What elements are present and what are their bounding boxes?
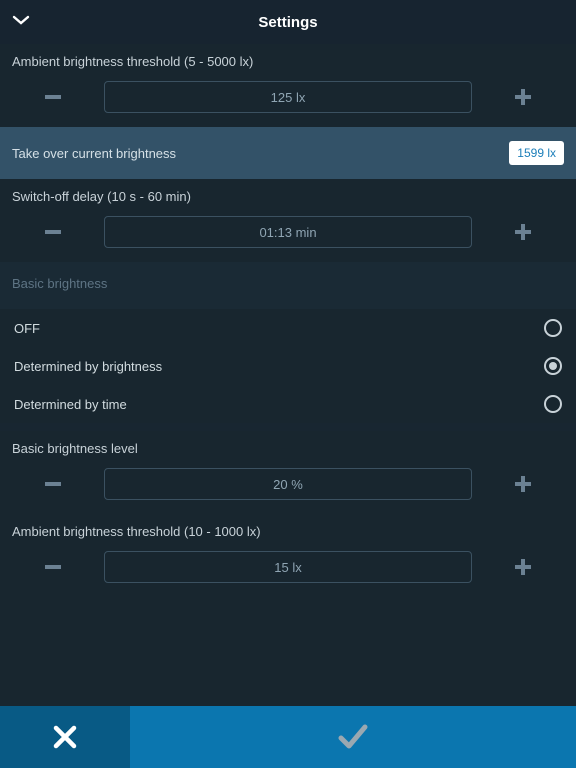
- radio-off[interactable]: OFF: [0, 309, 576, 347]
- level-label: Basic brightness level: [0, 431, 576, 464]
- ambient-threshold-stepper: 125 lx: [0, 77, 576, 127]
- ambient2-label: Ambient brightness threshold (10 - 1000 …: [0, 514, 576, 547]
- radio-label: Determined by time: [14, 397, 127, 412]
- plus-button[interactable]: [478, 220, 568, 244]
- group-basic-brightness: Basic brightness: [0, 262, 576, 309]
- ambient2-value[interactable]: 15 lx: [104, 551, 472, 583]
- takeover-label: Take over current brightness: [12, 146, 176, 161]
- footer: [0, 706, 576, 768]
- minus-button[interactable]: [8, 472, 98, 496]
- page-title: Settings: [258, 14, 317, 31]
- collapse-icon[interactable]: [12, 14, 30, 26]
- header: Settings: [0, 0, 576, 44]
- check-icon: [336, 722, 370, 752]
- ambient-threshold-label: Ambient brightness threshold (5 - 5000 l…: [0, 44, 576, 77]
- radio-icon: [544, 319, 562, 337]
- plus-button[interactable]: [478, 555, 568, 579]
- ambient2-stepper: 15 lx: [0, 547, 576, 597]
- radio-icon: [544, 357, 562, 375]
- delay-stepper: 01:13 min: [0, 212, 576, 262]
- radio-time[interactable]: Determined by time: [0, 385, 576, 423]
- delay-value[interactable]: 01:13 min: [104, 216, 472, 248]
- takeover-row[interactable]: Take over current brightness 1599 lx: [0, 127, 576, 179]
- takeover-value: 1599 lx: [509, 141, 564, 165]
- cancel-button[interactable]: [0, 706, 130, 768]
- delay-label: Switch-off delay (10 s - 60 min): [0, 179, 576, 212]
- level-value[interactable]: 20 %: [104, 468, 472, 500]
- plus-button[interactable]: [478, 472, 568, 496]
- radio-icon: [544, 395, 562, 413]
- close-icon: [50, 722, 80, 752]
- divider: [0, 423, 576, 431]
- radio-label: OFF: [14, 321, 40, 336]
- minus-button[interactable]: [8, 85, 98, 109]
- plus-button[interactable]: [478, 85, 568, 109]
- minus-button[interactable]: [8, 220, 98, 244]
- ambient-threshold-value[interactable]: 125 lx: [104, 81, 472, 113]
- radio-label: Determined by brightness: [14, 359, 162, 374]
- radio-brightness[interactable]: Determined by brightness: [0, 347, 576, 385]
- level-stepper: 20 %: [0, 464, 576, 514]
- minus-button[interactable]: [8, 555, 98, 579]
- confirm-button[interactable]: [130, 706, 576, 768]
